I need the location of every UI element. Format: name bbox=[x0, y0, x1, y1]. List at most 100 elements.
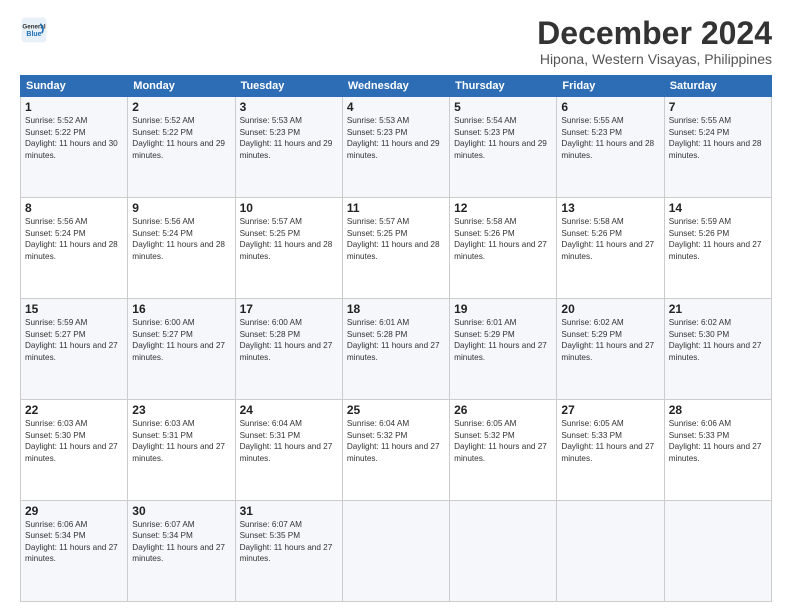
day-number: 22 bbox=[25, 403, 123, 417]
day-info: Sunrise: 5:58 AMSunset: 5:26 PMDaylight:… bbox=[454, 217, 547, 260]
day-info: Sunrise: 5:53 AMSunset: 5:23 PMDaylight:… bbox=[240, 116, 333, 159]
day-info: Sunrise: 6:05 AMSunset: 5:33 PMDaylight:… bbox=[561, 419, 654, 462]
calendar-cell: 28 Sunrise: 6:06 AMSunset: 5:33 PMDaylig… bbox=[664, 400, 771, 501]
day-number: 21 bbox=[669, 302, 767, 316]
day-info: Sunrise: 5:58 AMSunset: 5:26 PMDaylight:… bbox=[561, 217, 654, 260]
calendar-table: Sunday Monday Tuesday Wednesday Thursday… bbox=[20, 75, 772, 602]
day-info: Sunrise: 5:52 AMSunset: 5:22 PMDaylight:… bbox=[132, 116, 225, 159]
calendar-cell: 13 Sunrise: 5:58 AMSunset: 5:26 PMDaylig… bbox=[557, 198, 664, 299]
calendar-week-2: 8 Sunrise: 5:56 AMSunset: 5:24 PMDayligh… bbox=[21, 198, 772, 299]
day-number: 11 bbox=[347, 201, 445, 215]
calendar-cell: 12 Sunrise: 5:58 AMSunset: 5:26 PMDaylig… bbox=[450, 198, 557, 299]
main-title: December 2024 bbox=[537, 16, 772, 51]
calendar-cell: 15 Sunrise: 5:59 AMSunset: 5:27 PMDaylig… bbox=[21, 299, 128, 400]
col-sunday: Sunday bbox=[21, 76, 128, 97]
calendar-cell: 19 Sunrise: 6:01 AMSunset: 5:29 PMDaylig… bbox=[450, 299, 557, 400]
day-number: 30 bbox=[132, 504, 230, 518]
day-info: Sunrise: 6:06 AMSunset: 5:33 PMDaylight:… bbox=[669, 419, 762, 462]
day-info: Sunrise: 6:01 AMSunset: 5:28 PMDaylight:… bbox=[347, 318, 440, 361]
day-info: Sunrise: 5:56 AMSunset: 5:24 PMDaylight:… bbox=[25, 217, 118, 260]
calendar-cell: 4 Sunrise: 5:53 AMSunset: 5:23 PMDayligh… bbox=[342, 97, 449, 198]
calendar-cell: 30 Sunrise: 6:07 AMSunset: 5:34 PMDaylig… bbox=[128, 501, 235, 602]
day-number: 28 bbox=[669, 403, 767, 417]
day-number: 20 bbox=[561, 302, 659, 316]
day-number: 19 bbox=[454, 302, 552, 316]
calendar-week-4: 22 Sunrise: 6:03 AMSunset: 5:30 PMDaylig… bbox=[21, 400, 772, 501]
title-block: December 2024 Hipona, Western Visayas, P… bbox=[537, 16, 772, 67]
day-info: Sunrise: 6:04 AMSunset: 5:31 PMDaylight:… bbox=[240, 419, 333, 462]
calendar-cell: 17 Sunrise: 6:00 AMSunset: 5:28 PMDaylig… bbox=[235, 299, 342, 400]
calendar-cell: 23 Sunrise: 6:03 AMSunset: 5:31 PMDaylig… bbox=[128, 400, 235, 501]
calendar-cell: 29 Sunrise: 6:06 AMSunset: 5:34 PMDaylig… bbox=[21, 501, 128, 602]
day-info: Sunrise: 6:04 AMSunset: 5:32 PMDaylight:… bbox=[347, 419, 440, 462]
calendar-week-3: 15 Sunrise: 5:59 AMSunset: 5:27 PMDaylig… bbox=[21, 299, 772, 400]
day-number: 29 bbox=[25, 504, 123, 518]
day-number: 14 bbox=[669, 201, 767, 215]
calendar-cell: 26 Sunrise: 6:05 AMSunset: 5:32 PMDaylig… bbox=[450, 400, 557, 501]
calendar-cell: 8 Sunrise: 5:56 AMSunset: 5:24 PMDayligh… bbox=[21, 198, 128, 299]
col-monday: Monday bbox=[128, 76, 235, 97]
day-number: 23 bbox=[132, 403, 230, 417]
day-info: Sunrise: 6:03 AMSunset: 5:31 PMDaylight:… bbox=[132, 419, 225, 462]
day-number: 6 bbox=[561, 100, 659, 114]
day-info: Sunrise: 5:55 AMSunset: 5:23 PMDaylight:… bbox=[561, 116, 654, 159]
day-number: 31 bbox=[240, 504, 338, 518]
day-info: Sunrise: 5:55 AMSunset: 5:24 PMDaylight:… bbox=[669, 116, 762, 159]
day-info: Sunrise: 6:00 AMSunset: 5:28 PMDaylight:… bbox=[240, 318, 333, 361]
day-number: 25 bbox=[347, 403, 445, 417]
day-number: 13 bbox=[561, 201, 659, 215]
calendar-cell: 5 Sunrise: 5:54 AMSunset: 5:23 PMDayligh… bbox=[450, 97, 557, 198]
day-number: 3 bbox=[240, 100, 338, 114]
day-info: Sunrise: 5:59 AMSunset: 5:27 PMDaylight:… bbox=[25, 318, 118, 361]
calendar-cell bbox=[557, 501, 664, 602]
svg-text:Blue: Blue bbox=[26, 31, 41, 38]
calendar-cell bbox=[450, 501, 557, 602]
calendar-cell: 16 Sunrise: 6:00 AMSunset: 5:27 PMDaylig… bbox=[128, 299, 235, 400]
day-info: Sunrise: 5:52 AMSunset: 5:22 PMDaylight:… bbox=[25, 116, 118, 159]
day-info: Sunrise: 5:53 AMSunset: 5:23 PMDaylight:… bbox=[347, 116, 440, 159]
calendar-cell bbox=[664, 501, 771, 602]
day-number: 9 bbox=[132, 201, 230, 215]
calendar-cell: 18 Sunrise: 6:01 AMSunset: 5:28 PMDaylig… bbox=[342, 299, 449, 400]
calendar-cell: 11 Sunrise: 5:57 AMSunset: 5:25 PMDaylig… bbox=[342, 198, 449, 299]
day-info: Sunrise: 5:59 AMSunset: 5:26 PMDaylight:… bbox=[669, 217, 762, 260]
calendar-cell: 10 Sunrise: 5:57 AMSunset: 5:25 PMDaylig… bbox=[235, 198, 342, 299]
calendar-cell: 7 Sunrise: 5:55 AMSunset: 5:24 PMDayligh… bbox=[664, 97, 771, 198]
day-number: 7 bbox=[669, 100, 767, 114]
day-info: Sunrise: 6:02 AMSunset: 5:29 PMDaylight:… bbox=[561, 318, 654, 361]
calendar-cell: 6 Sunrise: 5:55 AMSunset: 5:23 PMDayligh… bbox=[557, 97, 664, 198]
page: General Blue December 2024 Hipona, Weste… bbox=[0, 0, 792, 612]
calendar-cell: 31 Sunrise: 6:07 AMSunset: 5:35 PMDaylig… bbox=[235, 501, 342, 602]
day-info: Sunrise: 6:07 AMSunset: 5:34 PMDaylight:… bbox=[132, 520, 225, 563]
col-saturday: Saturday bbox=[664, 76, 771, 97]
calendar-week-5: 29 Sunrise: 6:06 AMSunset: 5:34 PMDaylig… bbox=[21, 501, 772, 602]
calendar-cell: 21 Sunrise: 6:02 AMSunset: 5:30 PMDaylig… bbox=[664, 299, 771, 400]
header: General Blue December 2024 Hipona, Weste… bbox=[20, 16, 772, 67]
day-number: 15 bbox=[25, 302, 123, 316]
calendar-cell: 3 Sunrise: 5:53 AMSunset: 5:23 PMDayligh… bbox=[235, 97, 342, 198]
day-info: Sunrise: 6:05 AMSunset: 5:32 PMDaylight:… bbox=[454, 419, 547, 462]
logo-icon: General Blue bbox=[20, 16, 48, 44]
calendar-cell: 27 Sunrise: 6:05 AMSunset: 5:33 PMDaylig… bbox=[557, 400, 664, 501]
calendar-cell: 2 Sunrise: 5:52 AMSunset: 5:22 PMDayligh… bbox=[128, 97, 235, 198]
calendar-week-1: 1 Sunrise: 5:52 AMSunset: 5:22 PMDayligh… bbox=[21, 97, 772, 198]
day-number: 4 bbox=[347, 100, 445, 114]
day-number: 1 bbox=[25, 100, 123, 114]
day-info: Sunrise: 6:03 AMSunset: 5:30 PMDaylight:… bbox=[25, 419, 118, 462]
day-number: 10 bbox=[240, 201, 338, 215]
day-info: Sunrise: 6:06 AMSunset: 5:34 PMDaylight:… bbox=[25, 520, 118, 563]
day-info: Sunrise: 6:01 AMSunset: 5:29 PMDaylight:… bbox=[454, 318, 547, 361]
col-friday: Friday bbox=[557, 76, 664, 97]
subtitle: Hipona, Western Visayas, Philippines bbox=[537, 51, 772, 67]
day-number: 27 bbox=[561, 403, 659, 417]
day-info: Sunrise: 5:56 AMSunset: 5:24 PMDaylight:… bbox=[132, 217, 225, 260]
day-info: Sunrise: 6:07 AMSunset: 5:35 PMDaylight:… bbox=[240, 520, 333, 563]
col-thursday: Thursday bbox=[450, 76, 557, 97]
col-tuesday: Tuesday bbox=[235, 76, 342, 97]
day-info: Sunrise: 5:57 AMSunset: 5:25 PMDaylight:… bbox=[347, 217, 440, 260]
day-info: Sunrise: 5:54 AMSunset: 5:23 PMDaylight:… bbox=[454, 116, 547, 159]
day-number: 5 bbox=[454, 100, 552, 114]
day-info: Sunrise: 6:02 AMSunset: 5:30 PMDaylight:… bbox=[669, 318, 762, 361]
calendar-cell: 22 Sunrise: 6:03 AMSunset: 5:30 PMDaylig… bbox=[21, 400, 128, 501]
day-number: 26 bbox=[454, 403, 552, 417]
